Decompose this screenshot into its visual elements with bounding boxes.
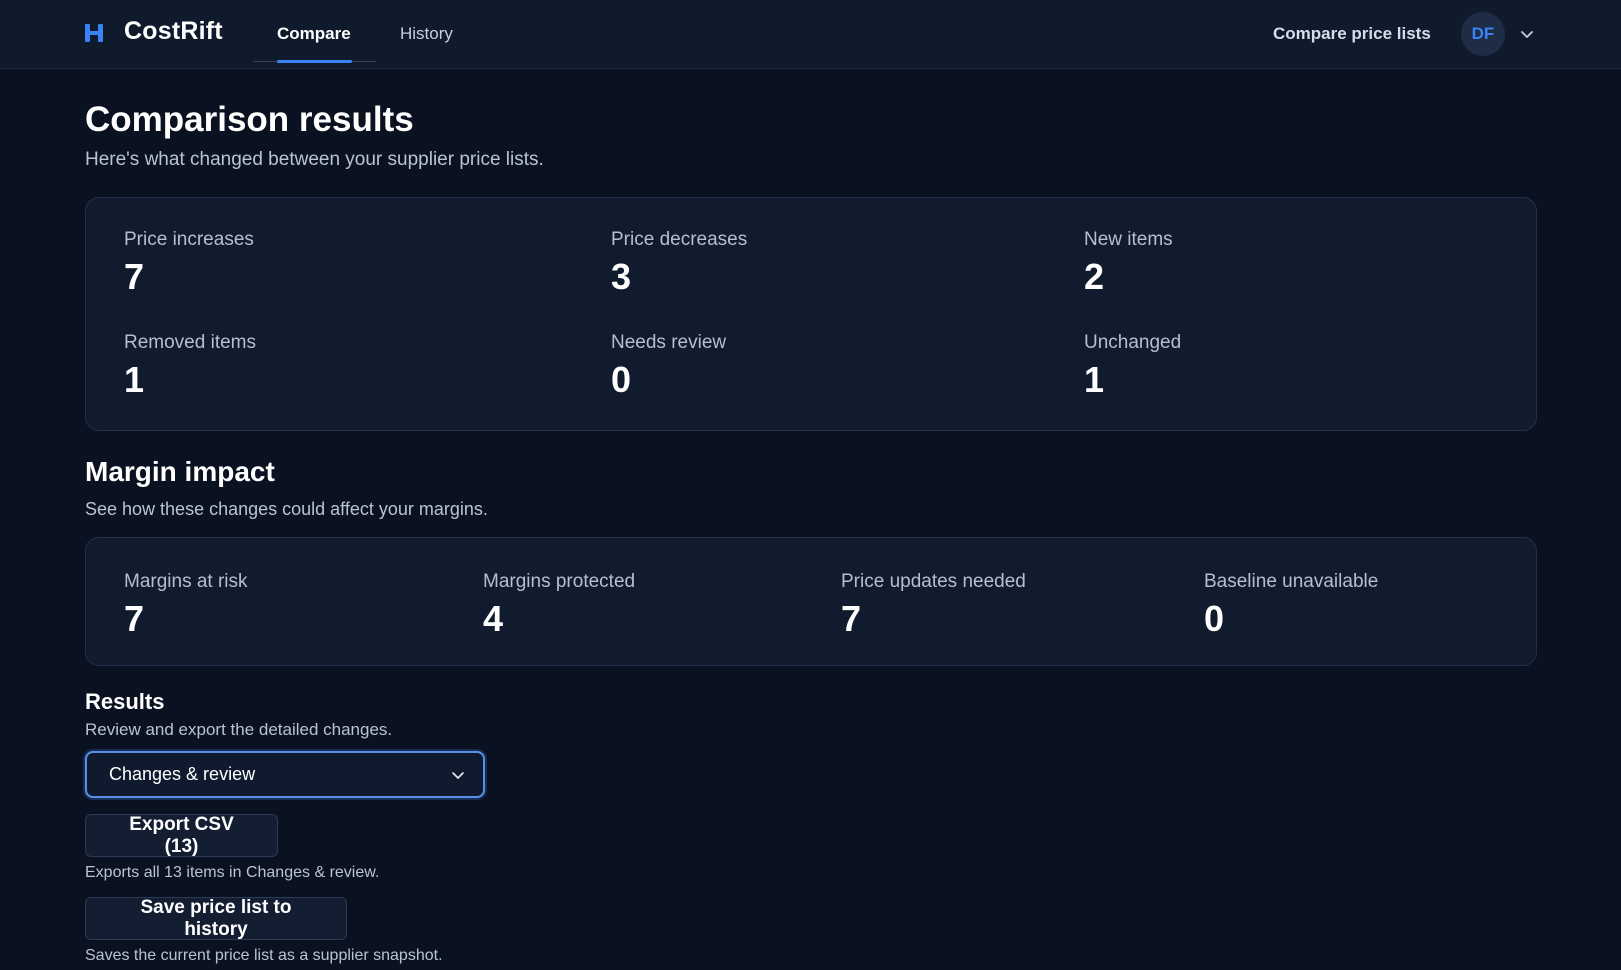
stat-label: Margins protected: [483, 571, 636, 592]
stat-label: Price increases: [124, 229, 254, 250]
top-navigation-bar: CostRift Compare History Compare price l…: [0, 0, 1621, 69]
stat-label: Baseline unavailable: [1204, 571, 1379, 592]
avatar-initials: DF: [1471, 24, 1495, 43]
stat-label: Unchanged: [1084, 332, 1182, 353]
chevron-down-icon: [452, 772, 464, 779]
tab-history[interactable]: History: [400, 24, 453, 64]
stat-price-decreases: Price decreases 3: [611, 229, 747, 297]
brand-name[interactable]: CostRift: [124, 17, 223, 46]
stat-label: Price updates needed: [841, 571, 1026, 592]
stat-unchanged: Unchanged 1: [1084, 332, 1181, 400]
active-tab-indicator: [277, 60, 352, 63]
stat-label: Margins at risk: [124, 571, 248, 592]
compare-price-lists-link[interactable]: Compare price lists: [1273, 24, 1431, 44]
results-subtitle: Review and export the detailed changes.: [85, 720, 393, 739]
change-summary-card: Price increases 7 Price decreases 3 New …: [85, 197, 1537, 431]
stat-removed-items: Removed items 1: [124, 332, 256, 400]
stat-value: 1: [124, 359, 145, 400]
stat-label: Needs review: [611, 332, 727, 353]
select-value: Changes & review: [109, 764, 256, 784]
page-subtitle: Here's what changed between your supplie…: [85, 149, 544, 170]
margin-impact-title: Margin impact: [85, 456, 275, 487]
page-title: Comparison results: [85, 100, 414, 139]
export-csv-button[interactable]: Export CSV (13): [85, 814, 278, 857]
results-title: Results: [85, 689, 165, 714]
stat-value: 0: [1204, 598, 1225, 639]
stat-price-increases: Price increases 7: [124, 229, 254, 297]
stat-value: 7: [841, 598, 862, 639]
stat-value: 3: [611, 256, 632, 297]
stat-label: Price decreases: [611, 229, 748, 250]
stat-margins-protected: Margins protected 4: [483, 571, 635, 639]
stat-price-updates-needed: Price updates needed 7: [841, 571, 1026, 639]
stat-value: 4: [483, 598, 504, 639]
tab-compare[interactable]: Compare: [277, 24, 351, 64]
stat-value: 2: [1084, 256, 1105, 297]
stat-label: Removed items: [124, 332, 256, 353]
stat-label: New items: [1084, 229, 1173, 250]
stat-value: 7: [124, 598, 145, 639]
stat-needs-review: Needs review 0: [611, 332, 726, 400]
margin-impact-card: Margins at risk 7 Margins protected 4 Pr…: [85, 537, 1537, 666]
save-to-history-button[interactable]: Save price list to history: [85, 897, 347, 940]
stat-margins-at-risk: Margins at risk 7: [124, 571, 248, 639]
results-view-select[interactable]: Changes & review: [85, 751, 485, 798]
brand-logo-icon[interactable]: [85, 24, 103, 42]
export-hint: Exports all 13 items in Changes & review…: [85, 864, 380, 881]
user-avatar[interactable]: DF: [1461, 12, 1505, 56]
stat-value: 7: [124, 256, 145, 297]
stat-new-items: New items 2: [1084, 229, 1173, 297]
margin-impact-subtitle: See how these changes could affect your …: [85, 499, 488, 519]
stat-baseline-unavailable: Baseline unavailable 0: [1204, 571, 1378, 639]
chevron-down-icon[interactable]: [1519, 26, 1535, 42]
stat-value: 0: [611, 359, 632, 400]
stat-value: 1: [1084, 359, 1105, 400]
save-hint: Saves the current price list as a suppli…: [85, 947, 443, 964]
